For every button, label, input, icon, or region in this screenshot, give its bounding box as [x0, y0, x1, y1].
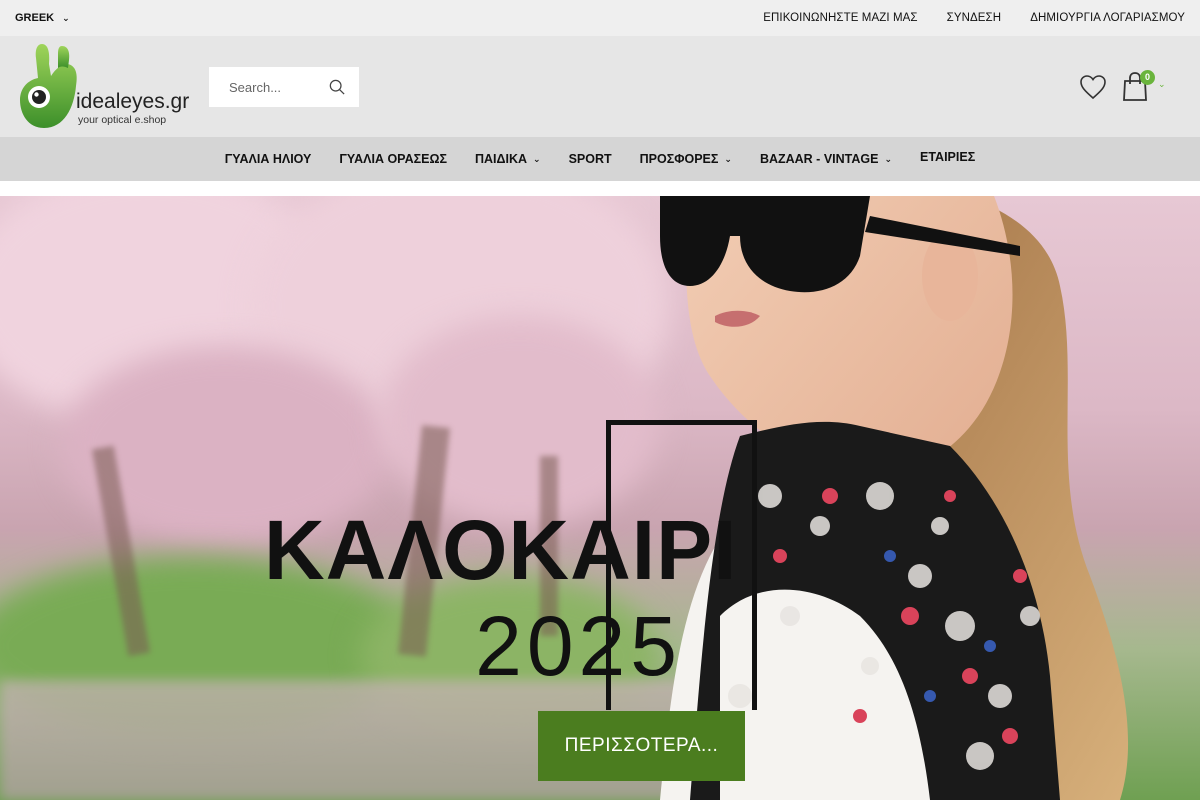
hero-title: ΚΑΛΟΚΑΙΡΙ	[264, 503, 738, 597]
top-links: ΕΠΙΚΟΙΝΩΝΗΣΤΕ ΜΑΖΙ ΜΑΣ ΣΥΝΔΕΣΗ ΔΗΜΙΟΥΡΓΙ…	[763, 12, 1185, 24]
nav-item-label: ΕΤΑΙΡΙΕΣ	[920, 150, 976, 164]
nav-item-sport[interactable]: SPORT	[555, 137, 626, 181]
heart-icon[interactable]	[1079, 74, 1107, 100]
search-icon[interactable]	[329, 78, 345, 96]
more-button[interactable]: ΠΕΡΙΣΣΟΤΕΡΑ...	[538, 711, 745, 781]
nav-item-kids[interactable]: ΠΑΙΔΙΚΑ ⌄	[461, 137, 555, 181]
nav-item-label: SPORT	[568, 152, 612, 166]
create-account-link[interactable]: ΔΗΜΙΟΥΡΓΙΑ ΛΟΓΑΡΙΑΣΜΟΥ	[1030, 12, 1185, 24]
hero-banner: ΚΑΛΟΚΑΙΡΙ 2025 ΠΕΡΙΣΣΟΤΕΡΑ...	[0, 196, 1200, 800]
chevron-down-icon: ⌄	[533, 153, 541, 164]
nav-item-eyeglasses[interactable]: ΓΥΑΛΙΑ ΟΡΑΣΕΩΣ	[325, 137, 461, 181]
svg-text:idealeyes.gr: idealeyes.gr	[76, 90, 189, 113]
nav-item-label: ΓΥΑΛΙΑ ΟΡΑΣΕΩΣ	[339, 152, 447, 166]
chevron-down-icon: ⌄	[1158, 79, 1166, 89]
nav-item-label: BAZAAR - VINTAGE	[759, 152, 879, 166]
nav-item-label: ΓΥΑΛΙΑ ΗΛΙΟΥ	[224, 152, 312, 166]
nav-item-offers[interactable]: ΠΡΟΣΦΟΡΕΣ ⌄	[626, 137, 746, 181]
nav-item-brands[interactable]: ΕΤΑΙΡΙΕΣ	[906, 137, 989, 181]
search-input[interactable]	[229, 79, 329, 95]
cart-button[interactable]: 0 ⌄	[1122, 69, 1172, 103]
contact-link[interactable]: ΕΠΙΚΟΙΝΩΝΗΣΤΕ ΜΑΖΙ ΜΑΣ	[763, 12, 917, 24]
main-nav: ΓΥΑΛΙΑ ΗΛΙΟΥ ΓΥΑΛΙΑ ΟΡΑΣΕΩΣ ΠΑΙΔΙΚΑ ⌄ SP…	[0, 137, 1200, 181]
cart-count-badge: 0	[1140, 70, 1155, 85]
site-header: idealeyes.gr your optical e.shop 0 ⌄	[0, 36, 1200, 137]
nav-item-bazaar-vintage[interactable]: BAZAAR - VINTAGE ⌄	[746, 137, 906, 181]
svg-text:your optical e.shop: your optical e.shop	[78, 114, 166, 126]
top-utility-bar: GREEK ⌄ ΕΠΙΚΟΙΝΩΝΗΣΤΕ ΜΑΖΙ ΜΑΣ ΣΥΝΔΕΣΗ Δ…	[0, 0, 1200, 36]
nav-item-sunglasses[interactable]: ΓΥΑΛΙΑ ΗΛΙΟΥ	[211, 137, 326, 181]
nav-item-label: ΠΡΟΣΦΟΡΕΣ	[639, 152, 719, 166]
search-box	[209, 67, 359, 107]
logo-graphic: idealeyes.gr your optical e.shop	[20, 44, 189, 128]
hero-year: 2025	[475, 599, 682, 693]
chevron-down-icon: ⌄	[884, 153, 892, 164]
site-logo[interactable]: idealeyes.gr your optical e.shop	[18, 42, 208, 132]
chevron-down-icon: ⌄	[62, 12, 70, 23]
chevron-down-icon: ⌄	[724, 153, 732, 164]
nav-item-label: ΠΑΙΔΙΚΑ	[474, 152, 528, 166]
login-link[interactable]: ΣΥΝΔΕΣΗ	[947, 12, 1002, 24]
language-label: GREEK	[15, 12, 55, 24]
language-selector[interactable]: GREEK ⌄	[15, 12, 70, 24]
